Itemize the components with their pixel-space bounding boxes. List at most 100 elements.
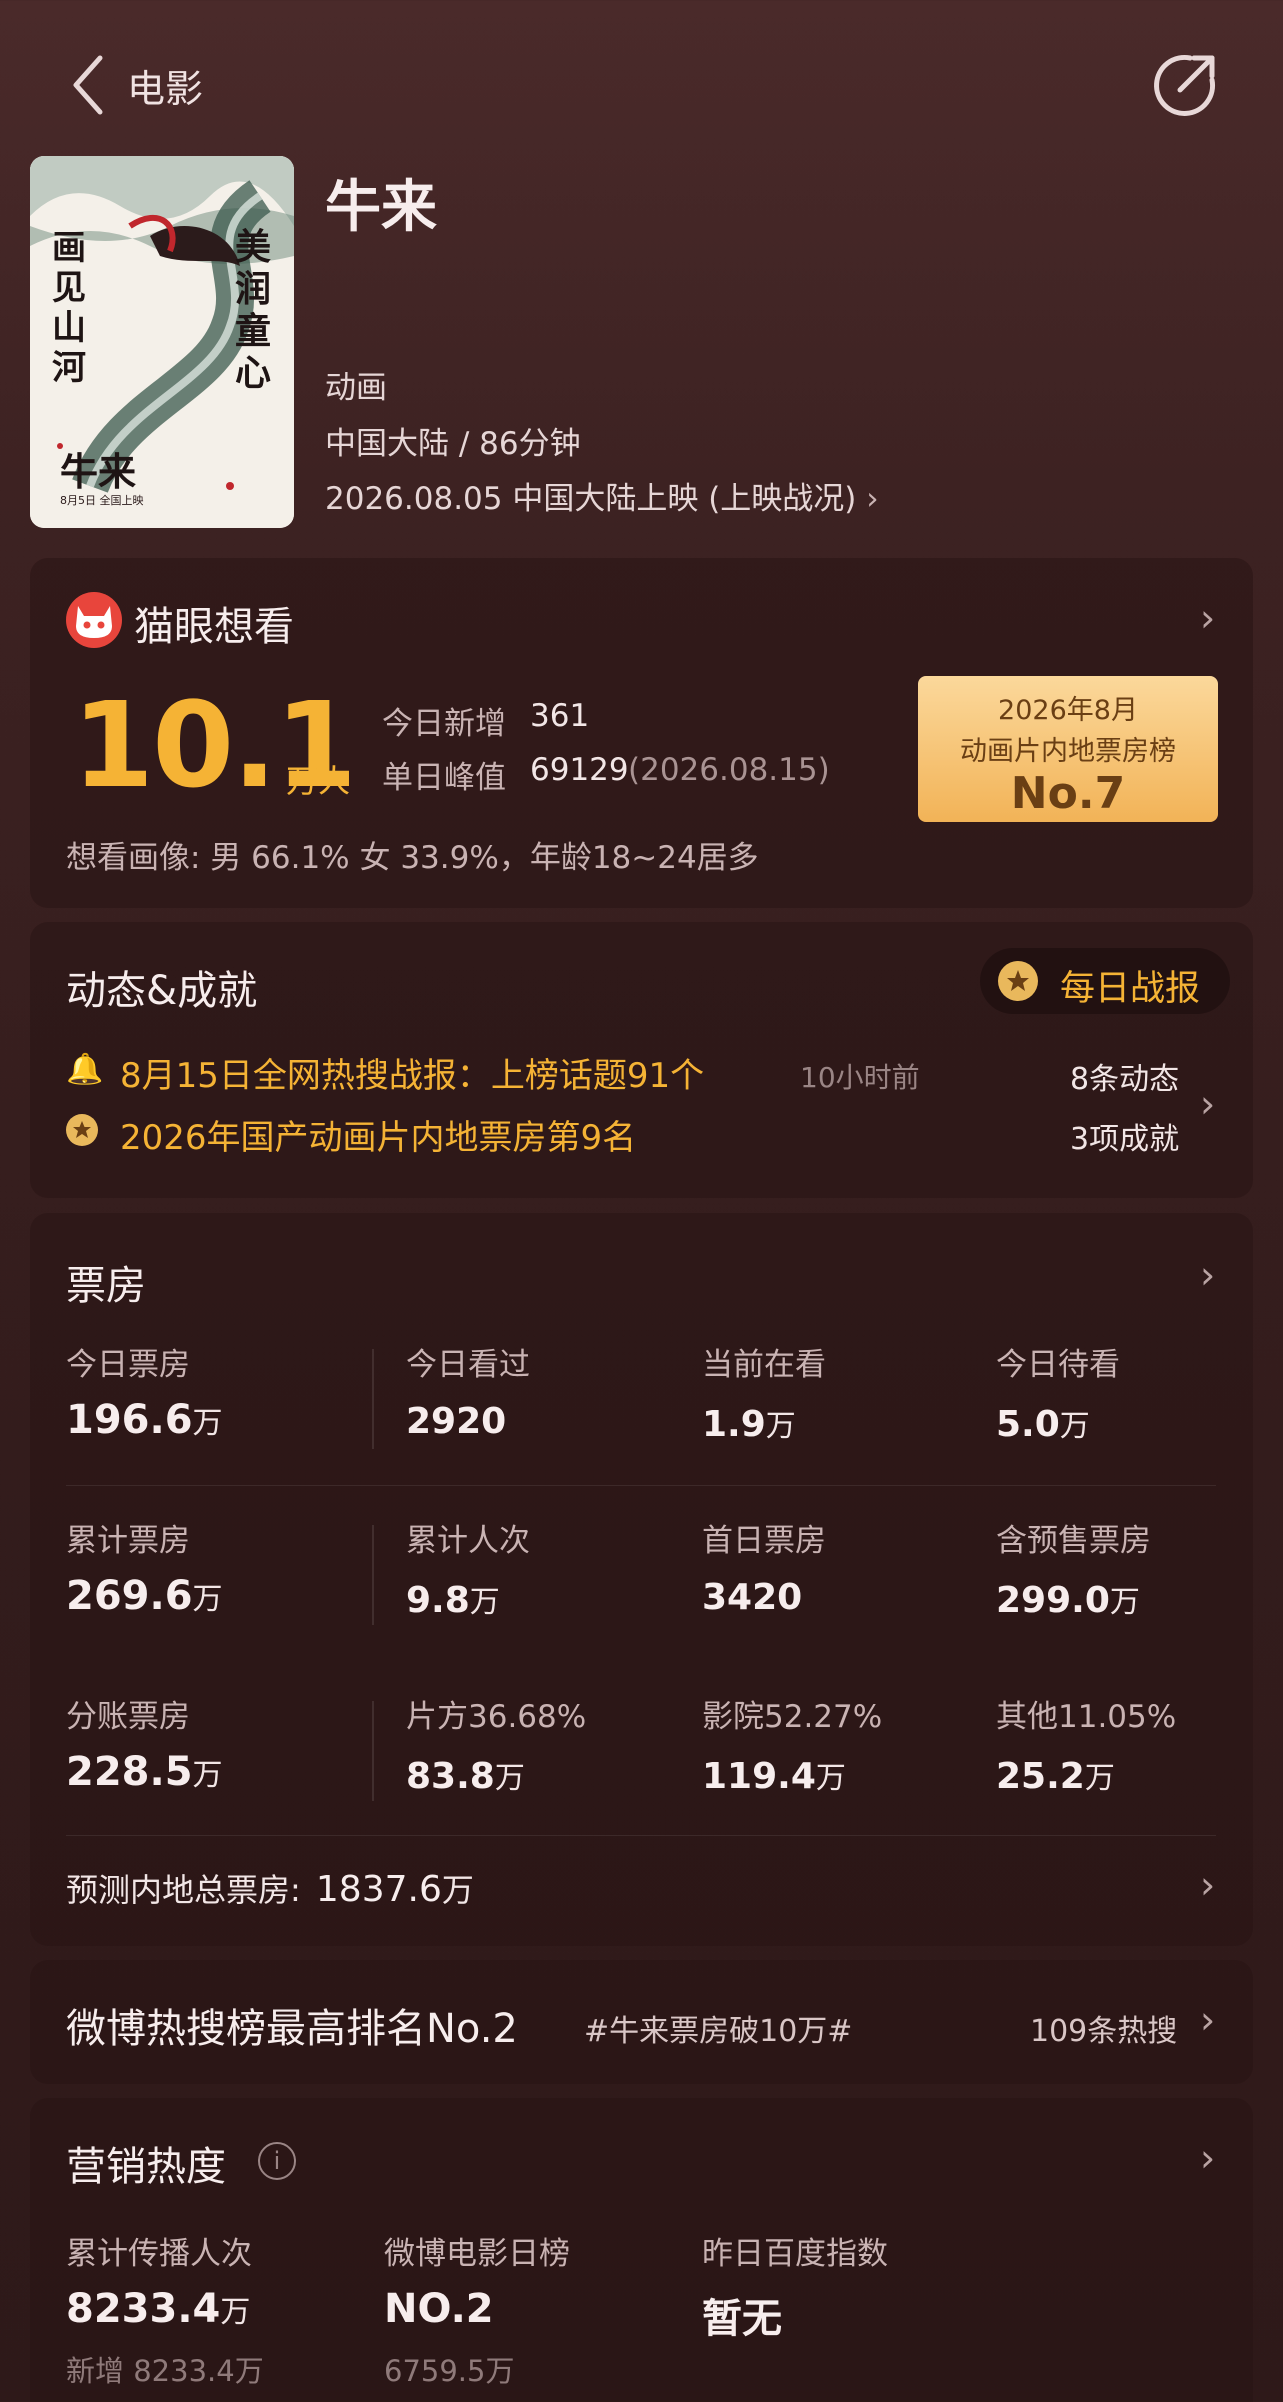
row-divider [66,1835,1216,1836]
box-stat-value: 2920 [406,1401,506,1442]
box-stat-label: 今日票房 [66,1347,190,1383]
box-stat-unit: 万 [1059,1409,1090,1444]
marketing-heat-title: 营销热度 [66,2144,226,2190]
marketing-stat-unit: 万 [220,2295,251,2330]
box-stat-label: 当前在看 [702,1347,826,1383]
bell-icon: 🔔 [66,1052,104,1087]
box-stat-unit: 万 [192,1582,223,1617]
today-new-label: 今日新增 [382,706,506,742]
weibo-hot-search-title: 微博热搜榜最高排名No.2 [66,2006,518,2052]
box-office-card[interactable]: 票房 › 今日票房 196.6万 今日看过 2920 当前在看 1.9万 今日待… [30,1213,1253,1946]
back-button[interactable] [62,50,122,120]
rank-badge-line1: 2026年8月 [998,695,1138,726]
box-stat-value: 119.4万 [702,1753,846,1797]
box-stat-number: 83.8 [406,1756,495,1797]
box-stat-number: 119.4 [702,1756,816,1797]
marketing-stat-value: 8233.4万 [66,2286,250,2332]
marketing-stat-value: NO.2 [384,2286,494,2332]
marketing-stat-label: 微博电影日榜 [384,2236,570,2272]
want-to-see-card[interactable]: 猫眼想看 › 10.1 万人 今日新增 361 单日峰值 69129 (2026… [30,558,1253,908]
box-stat-value: 228.5万 [66,1749,223,1795]
column-separator [372,1349,374,1449]
rank-badge-number: No.7 [1010,768,1126,819]
box-stat-label: 累计人次 [406,1523,530,1559]
movie-genre: 动画 [325,370,387,406]
chevron-right-icon: › [1200,1082,1216,1126]
box-stat-label: 今日待看 [996,1347,1120,1383]
dynamic-item-1: 8月15日全网热搜战报：上榜话题91个 [120,1056,705,1096]
dynamics-card[interactable]: 动态&成就 每日战报 🔔 8月15日全网热搜战报：上榜话题91个 10小时前 2… [30,922,1253,1198]
share-icon [1154,54,1216,116]
marketing-stat-label: 昨日百度指数 [702,2236,888,2272]
box-stat-label: 片方36.68% [406,1699,587,1735]
marketing-stat-label: 累计传播人次 [66,2236,252,2272]
column-separator [372,1525,374,1625]
weibo-hashtag: #牛来票房破10万# [584,2014,853,2049]
box-stat-unit: 万 [1109,1585,1140,1620]
box-stat-number: 228.5 [66,1749,193,1795]
marketing-stat-sub: 6759.5万 [384,2354,515,2388]
info-icon[interactable]: i [258,2142,296,2180]
page-title: 电影 [127,67,204,111]
daily-peak-value: 69129 [530,752,629,788]
box-stat-value: 3420 [702,1577,802,1618]
box-stat-number: 5.0 [996,1404,1060,1445]
chevron-right-icon: › [1200,2136,1216,2180]
box-stat-number: 1.9 [702,1404,766,1445]
release-info-text: 2026.08.05 中国大陆上映 (上映战况) [325,481,857,517]
column-separator [372,1701,374,1801]
movie-title: 牛来 [325,175,437,240]
share-button[interactable] [1150,50,1220,120]
box-stat-number: 9.8 [406,1580,470,1621]
medal-icon [998,961,1038,1001]
dynamic-item-2: 2026年国产动画片内地票房第9名 [120,1118,637,1158]
daily-peak-date: (2026.08.15) [628,752,830,788]
box-office-title: 票房 [66,1263,146,1309]
marketing-stat-sub: 新增 8233.4万 [66,2354,264,2388]
box-stat-number: 196.6 [66,1397,193,1443]
want-portrait: 想看画像: 男 66.1% 女 33.9%，年龄18~24居多 [66,840,759,876]
box-stat-unit: 万 [494,1761,525,1796]
chevron-right-icon: › [1200,1863,1216,1907]
box-stat-value: 25.2万 [996,1753,1115,1797]
box-stat-value: 83.8万 [406,1753,525,1797]
box-stat-label: 今日看过 [406,1347,530,1383]
row-divider [66,1485,1216,1486]
box-stat-unit: 万 [1084,1761,1115,1796]
box-stat-unit: 万 [815,1761,846,1796]
poster-left-text: 画见山河 [52,228,86,388]
weibo-hot-count: 109条热搜 [1030,2014,1178,2049]
daily-report-button[interactable]: 每日战报 [980,948,1230,1014]
box-stat-label: 影院52.27% [702,1699,883,1735]
daily-report-label: 每日战报 [1060,969,1201,1009]
rank-badge[interactable]: 2026年8月 动画片内地票房榜 No.7 [918,676,1218,822]
marketing-heat-card[interactable]: 营销热度 i › 累计传播人次 8233.4万 新增 8233.4万 微博电影日… [30,2098,1253,2402]
forecast-label: 预测内地总票房: [66,1871,301,1909]
release-info-link[interactable]: 2026.08.05 中国大陆上映 (上映战况) › [325,473,879,518]
achievement-medal-icon [66,1114,98,1146]
box-stat-value: 299.0万 [996,1577,1140,1621]
box-stat-number: 269.6 [66,1573,193,1619]
movie-poster[interactable]: 画见山河 美润童心 牛来 8月5日 全国上映 [30,156,294,528]
movie-region-duration: 中国大陆 / 86分钟 [325,426,581,462]
box-stat-number: 299.0 [996,1580,1110,1621]
today-new-value: 361 [530,698,590,734]
box-stat-value: 1.9万 [702,1401,796,1445]
rank-badge-line2: 动画片内地票房榜 [960,736,1176,767]
weibo-hot-search-card[interactable]: 微博热搜榜最高排名No.2 #牛来票房破10万# 109条热搜 › [30,1960,1253,2084]
forecast-unit: 万 [441,1871,474,1909]
forecast-row[interactable]: 预测内地总票房: 1837.6万 [66,1865,474,1911]
marketing-stat-value: 暂无 [702,2286,782,2344]
marketing-stat-number: 8233.4 [66,2286,221,2332]
box-stat-unit: 万 [469,1585,500,1620]
box-stat-unit: 万 [192,1406,223,1441]
daily-peak-label: 单日峰值 [382,760,506,796]
poster-title: 牛来 [60,449,137,494]
box-stat-number: 2920 [406,1401,507,1442]
marketing-stat-number: 暂无 [702,2296,782,2342]
box-stat-unit: 万 [765,1409,796,1444]
box-stat-label: 首日票房 [702,1523,826,1559]
chevron-right-icon: › [1200,1998,1216,2042]
box-stat-label: 含预售票房 [996,1523,1151,1559]
dynamic-item-1-time: 10小时前 [800,1061,920,1094]
